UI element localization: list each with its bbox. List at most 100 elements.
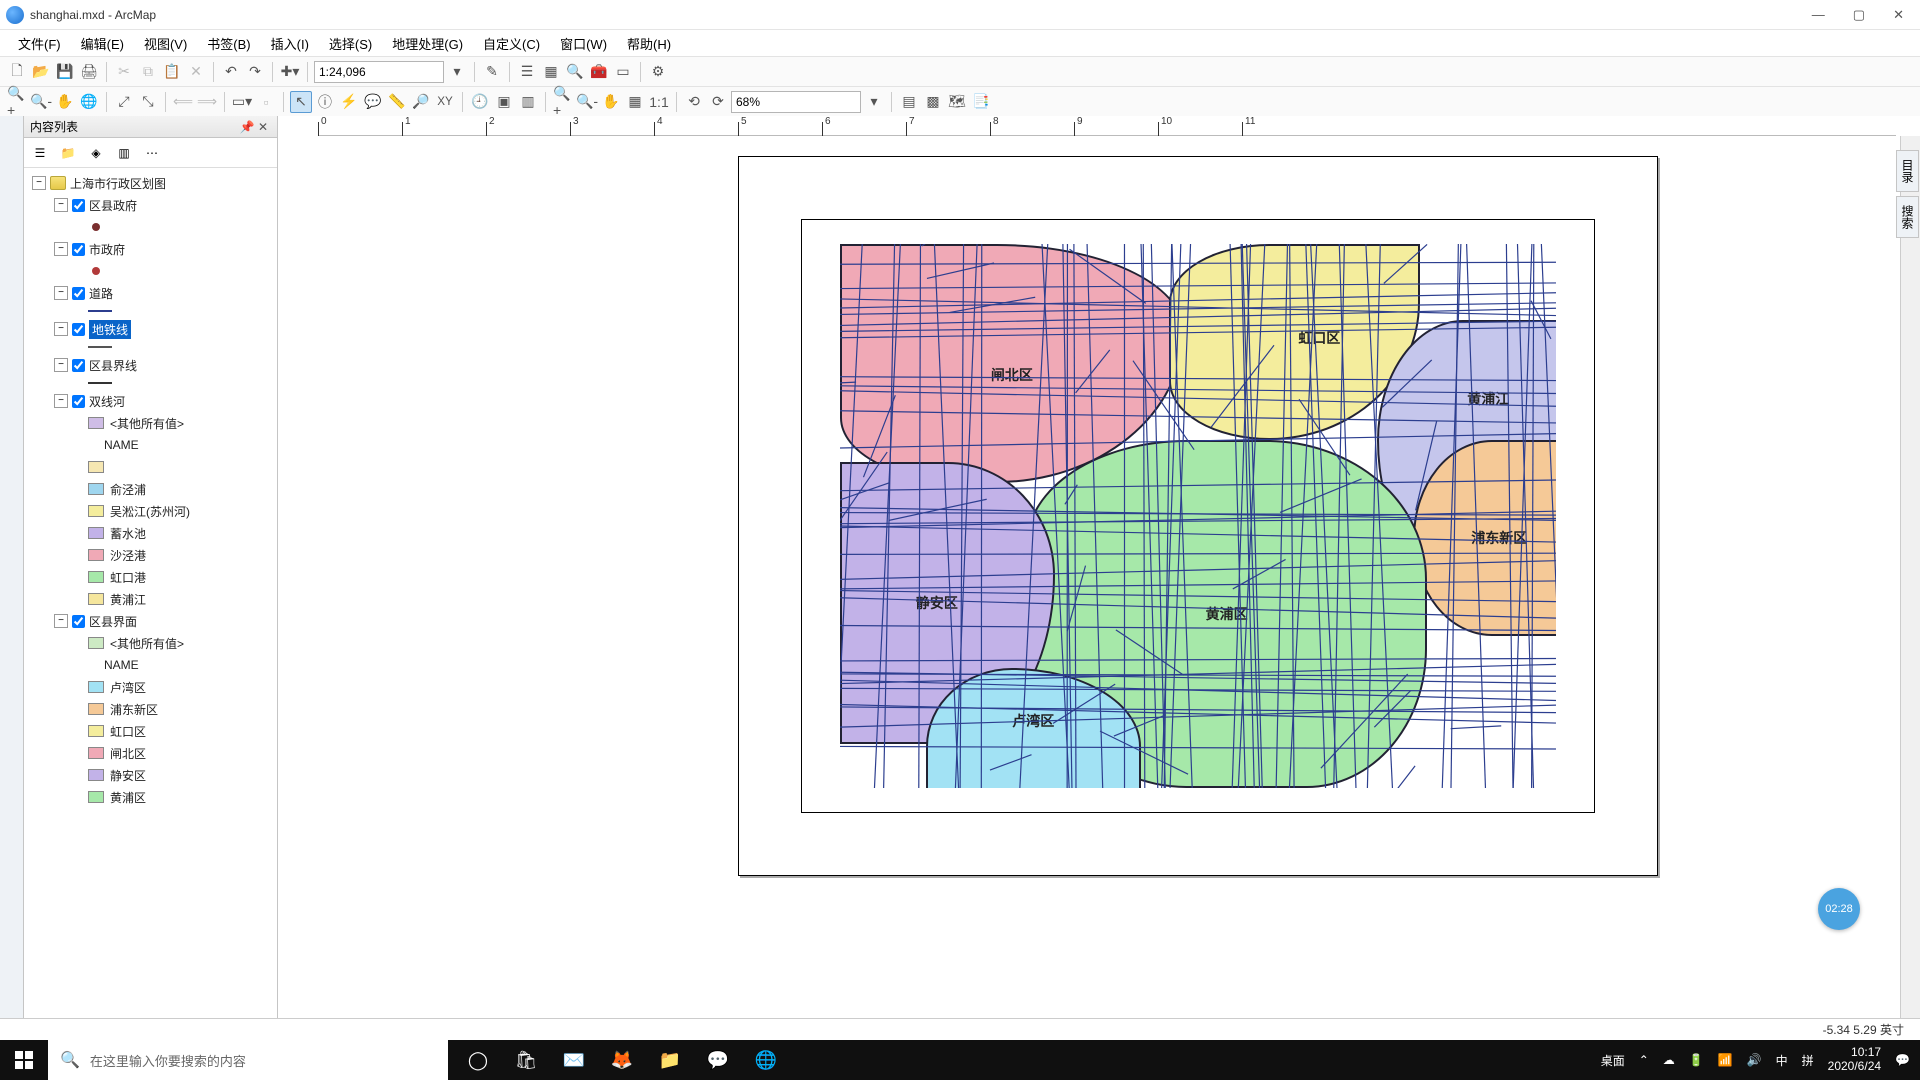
pin-icon[interactable]: 📌	[239, 120, 255, 134]
layer-district-gov[interactable]: − 区县政府	[24, 194, 277, 216]
toc-dataframe-node[interactable]: − 上海市行政区划图	[24, 172, 277, 194]
measure-icon[interactable]: 📏	[386, 91, 408, 113]
zoom-in-icon[interactable]: 🔍+	[6, 91, 28, 113]
find-icon[interactable]: 🔎	[410, 91, 432, 113]
zoom-100-icon[interactable]: 1:1	[648, 91, 670, 113]
map-display[interactable]: 闸北区 虹口区 黄浦江 浦东新区 黄浦区 静安区 卢湾区	[840, 244, 1556, 788]
file-explorer-icon[interactable]: 📁	[650, 1040, 690, 1080]
model-builder-icon[interactable]: ⚙	[647, 61, 669, 83]
collapse-icon[interactable]: −	[54, 322, 68, 336]
toc-title-bar[interactable]: 内容列表 📌 ✕	[24, 116, 277, 138]
collapse-icon[interactable]: −	[54, 198, 68, 212]
taskbar-search[interactable]: 🔍 在这里输入你要搜索的内容	[48, 1040, 448, 1080]
redo-icon[interactable]: ↷	[244, 61, 266, 83]
create-viewer-icon[interactable]: ▣	[493, 91, 515, 113]
toc-tree[interactable]: − 上海市行政区划图 − 区县政府 − 市政府	[24, 168, 277, 1040]
list-by-selection-icon[interactable]: ▥	[112, 141, 136, 165]
collapse-icon[interactable]: −	[32, 176, 46, 190]
action-center-icon[interactable]: 💬	[1895, 1053, 1910, 1067]
go-fwd-page-icon[interactable]: ⟳	[707, 91, 729, 113]
layer-checkbox[interactable]	[72, 287, 85, 300]
identify-icon[interactable]: ⓘ	[314, 91, 336, 113]
battery-icon[interactable]: 🔋	[1689, 1053, 1704, 1067]
menu-customize[interactable]: 自定义(C)	[473, 32, 550, 55]
show-desktop-label[interactable]: 桌面	[1601, 1052, 1625, 1069]
arc-toolbox-icon[interactable]: 🧰	[588, 61, 610, 83]
layer-city-gov[interactable]: − 市政府	[24, 238, 277, 260]
save-icon[interactable]: 💾	[54, 61, 76, 83]
menu-geoprocessing[interactable]: 地理处理(G)	[382, 32, 473, 55]
layer-checkbox[interactable]	[72, 323, 85, 336]
firefox-icon[interactable]: 🦊	[602, 1040, 642, 1080]
go-back-page-icon[interactable]: ⟲	[683, 91, 705, 113]
layer-rivers[interactable]: − 双线河	[24, 390, 277, 412]
list-by-drawing-order-icon[interactable]: ☰	[28, 141, 52, 165]
scale-input[interactable]	[314, 61, 444, 83]
onedrive-icon[interactable]: ☁	[1663, 1053, 1675, 1067]
full-extent-icon[interactable]: 🌐	[78, 91, 100, 113]
menu-bookmarks[interactable]: 书签(B)	[197, 32, 260, 55]
ms-store-icon[interactable]: 🛍	[506, 1040, 546, 1080]
menu-edit[interactable]: 编辑(E)	[71, 32, 134, 55]
mail-icon[interactable]: ✉️	[554, 1040, 594, 1080]
pan-icon[interactable]: ✋	[54, 91, 76, 113]
fixed-zoom-out-icon[interactable]: ⤡	[137, 91, 159, 113]
vertical-scrollbar[interactable]	[1900, 136, 1920, 1020]
layer-checkbox[interactable]	[72, 395, 85, 408]
legend-item[interactable]: 静安区	[24, 764, 277, 786]
layout-zoom-in-icon[interactable]: 🔍+	[552, 91, 574, 113]
layout-zoom-dropdown-icon[interactable]: ▾	[863, 91, 885, 113]
menu-selection[interactable]: 选择(S)	[319, 32, 382, 55]
layer-metro[interactable]: − 地铁线	[24, 318, 277, 340]
catalog-tab[interactable]: 目录	[1896, 150, 1919, 192]
ime-mode-icon[interactable]: 拼	[1802, 1052, 1814, 1069]
collapse-icon[interactable]: −	[54, 242, 68, 256]
editor-toolbar-icon[interactable]: ✎	[481, 61, 503, 83]
maximize-button[interactable]: ▢	[1853, 7, 1865, 23]
collapse-icon[interactable]: −	[54, 286, 68, 300]
volume-icon[interactable]: 🔊	[1747, 1053, 1762, 1067]
layer-checkbox[interactable]	[72, 359, 85, 372]
menu-help[interactable]: 帮助(H)	[617, 32, 681, 55]
search-tab[interactable]: 搜索	[1896, 196, 1919, 238]
zoom-whole-page-icon[interactable]: ▦	[624, 91, 646, 113]
print-icon[interactable]: 🖨	[78, 61, 100, 83]
menu-insert[interactable]: 插入(I)	[261, 32, 319, 55]
layout-view-canvas[interactable]: 01234567891011 闸北区 虹口区 黄浦江 浦东新区 黄浦区 静安区 …	[278, 116, 1920, 1040]
toggle-draft-icon[interactable]: ▤	[898, 91, 920, 113]
layer-checkbox[interactable]	[72, 199, 85, 212]
collapse-icon[interactable]: −	[54, 358, 68, 372]
legend-item[interactable]: 虹口区	[24, 720, 277, 742]
legend-item[interactable]: 俞泾浦	[24, 478, 277, 500]
wechat-icon[interactable]: 💬	[698, 1040, 738, 1080]
select-elements-icon[interactable]: ↖	[290, 91, 312, 113]
menu-file[interactable]: 文件(F)	[8, 32, 71, 55]
layer-checkbox[interactable]	[72, 615, 85, 628]
menu-view[interactable]: 视图(V)	[134, 32, 197, 55]
time-slider-icon[interactable]: 🕘	[469, 91, 491, 113]
legend-item[interactable]: 沙泾港	[24, 544, 277, 566]
toc-icon[interactable]: ☰	[516, 61, 538, 83]
python-window-icon[interactable]: ▭	[612, 61, 634, 83]
menu-windows[interactable]: 窗口(W)	[550, 32, 617, 55]
data-frame[interactable]: 闸北区 虹口区 黄浦江 浦东新区 黄浦区 静安区 卢湾区	[801, 219, 1595, 813]
start-button[interactable]	[0, 1040, 48, 1080]
legend-item[interactable]: 蓄水池	[24, 522, 277, 544]
goto-xy-icon[interactable]: XY	[434, 91, 456, 113]
scale-dropdown-icon[interactable]: ▾	[446, 61, 468, 83]
layer-districts[interactable]: − 区县界面	[24, 610, 277, 632]
layout-pan-icon[interactable]: ✋	[600, 91, 622, 113]
close-button[interactable]: ✕	[1893, 7, 1904, 23]
ime-lang-icon[interactable]: 中	[1776, 1052, 1788, 1069]
close-panel-icon[interactable]: ✕	[255, 120, 271, 134]
minimize-button[interactable]: —	[1812, 7, 1825, 23]
legend-item[interactable]: 浦东新区	[24, 698, 277, 720]
change-layout-icon[interactable]: 🗺	[946, 91, 968, 113]
layer-boundary-line[interactable]: − 区县界线	[24, 354, 277, 376]
legend-item[interactable]: 虹口港	[24, 566, 277, 588]
legend-item[interactable]: 闸北区	[24, 742, 277, 764]
layout-zoom-out-icon[interactable]: 🔍-	[576, 91, 598, 113]
viewer-window-icon[interactable]: ▥	[517, 91, 539, 113]
tray-chevron-icon[interactable]: ⌃	[1639, 1053, 1649, 1067]
data-driven-pages-icon[interactable]: 📑	[970, 91, 992, 113]
